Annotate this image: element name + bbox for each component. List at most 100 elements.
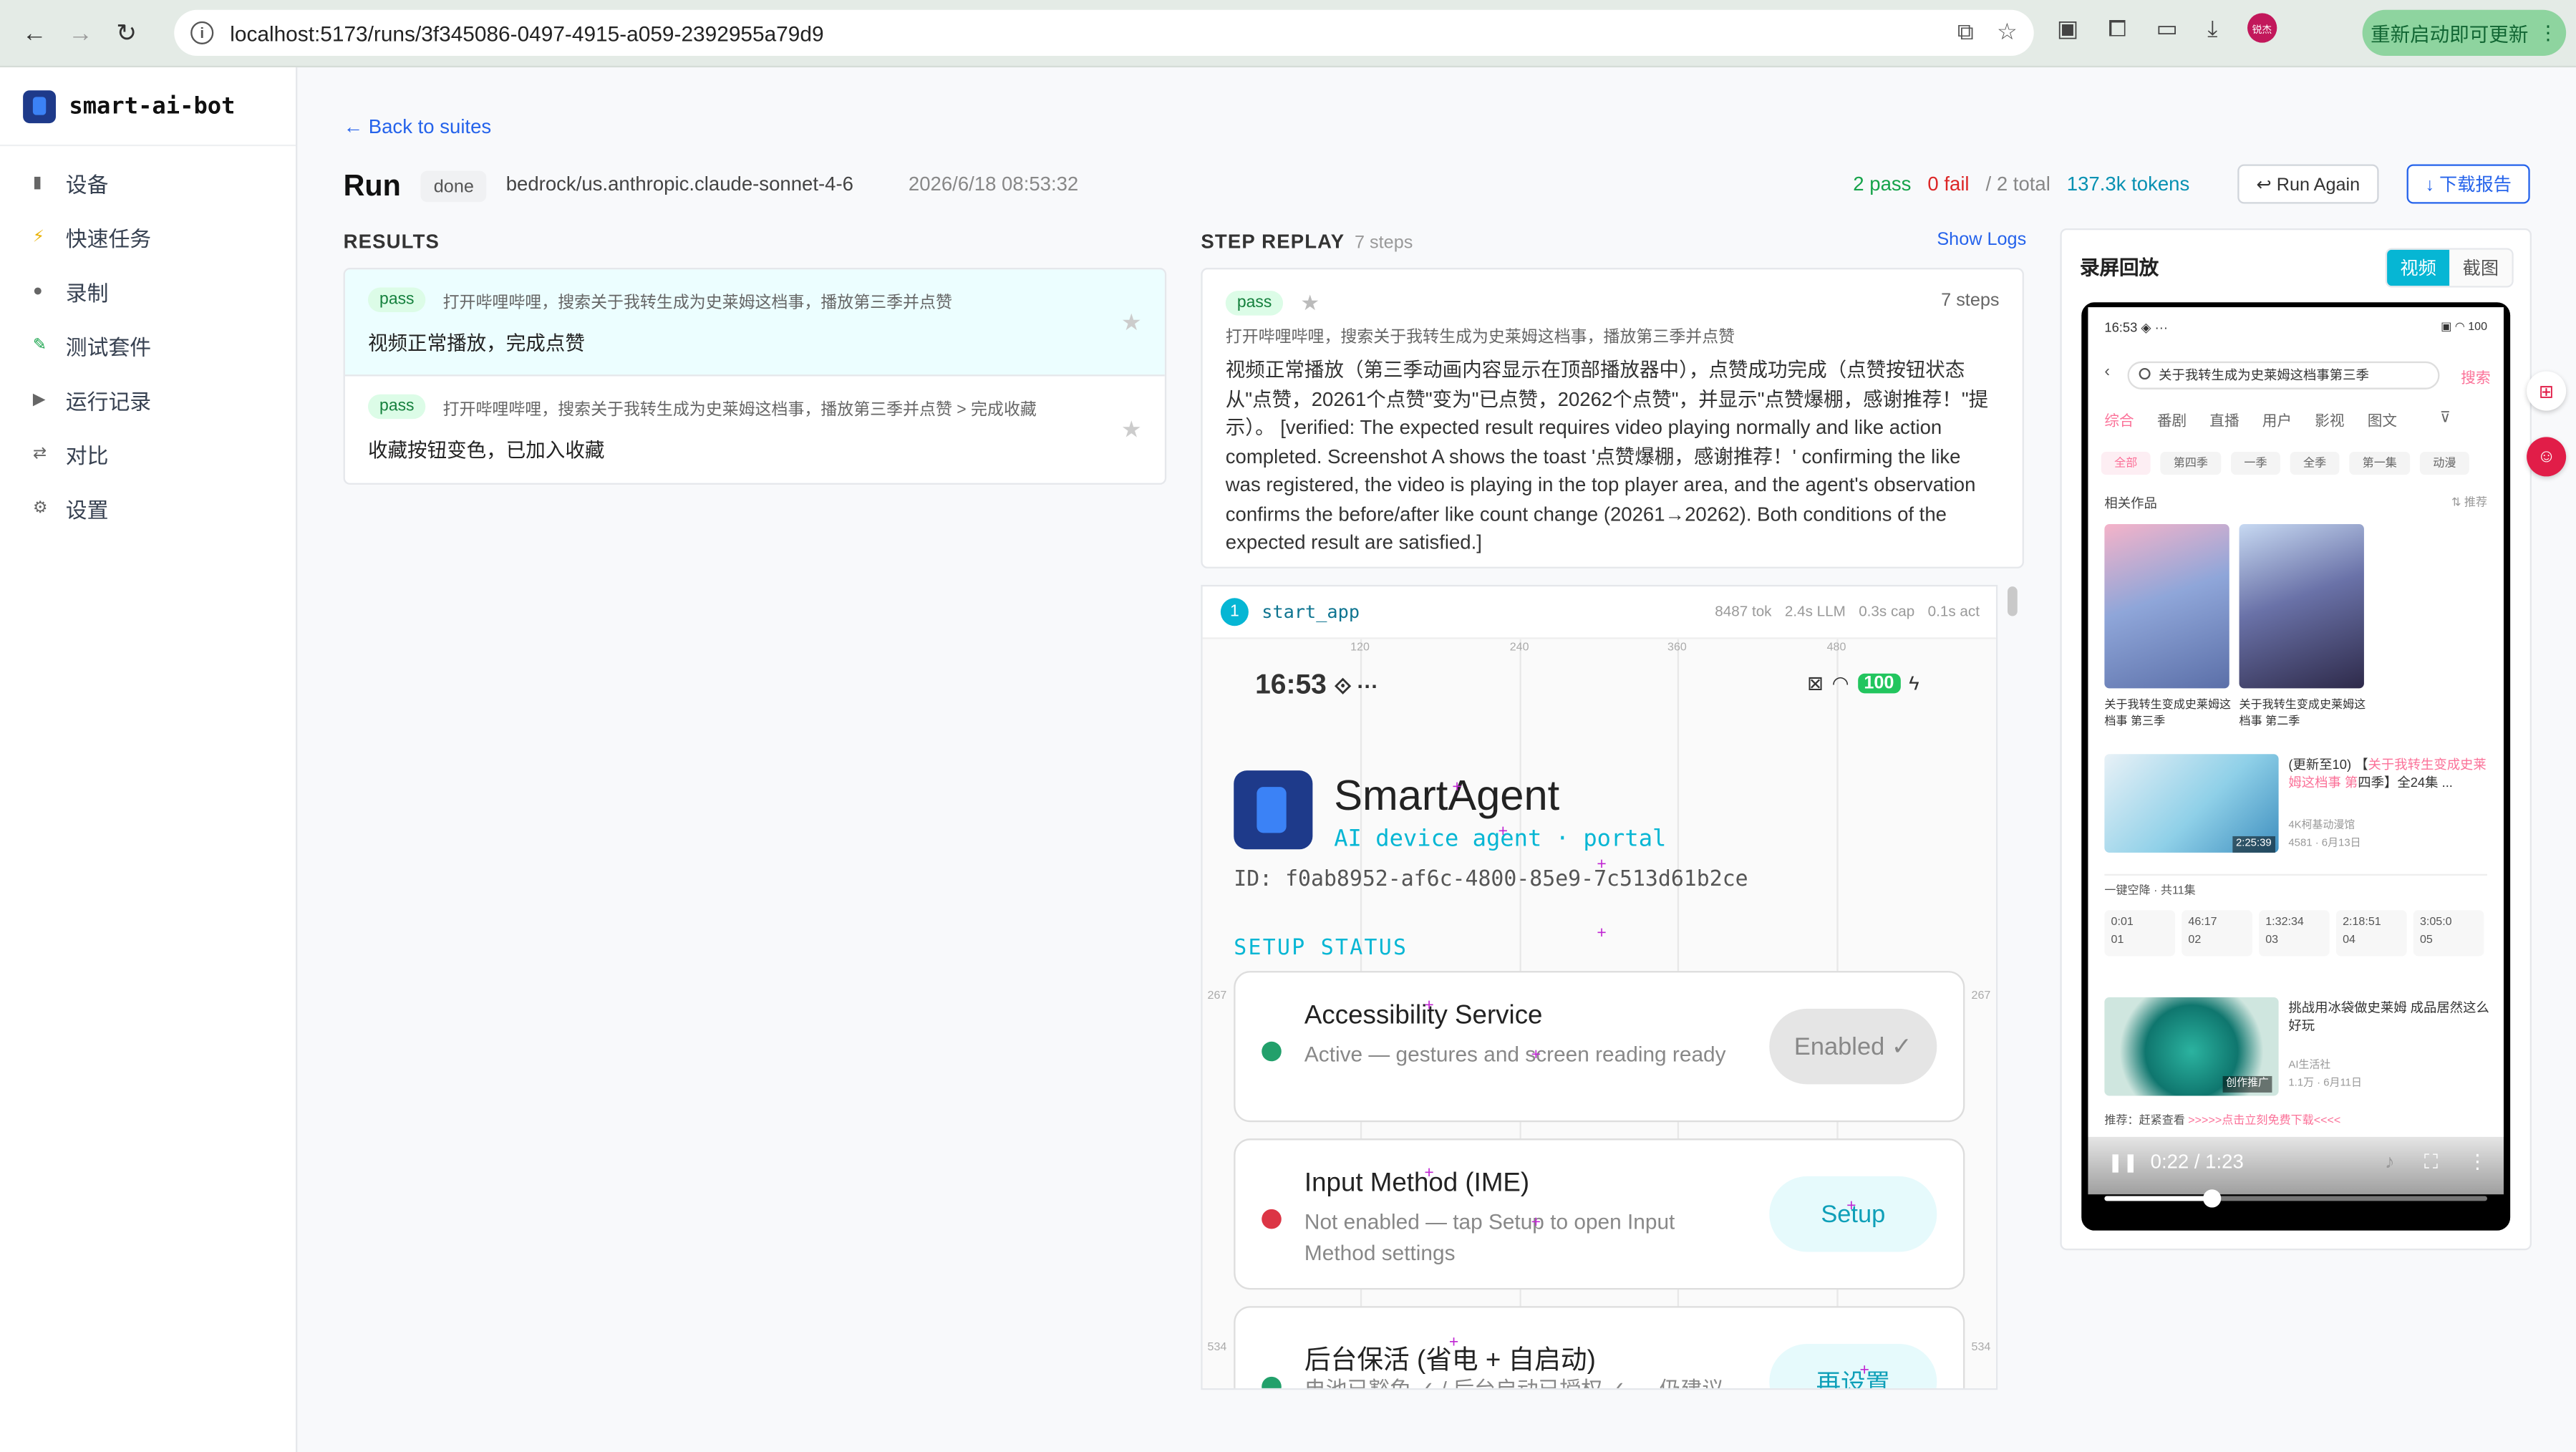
phone-status-time: 16:53 ◈ ···	[2104, 320, 2168, 336]
step-frame: 1 start_app 8487 tok 2.4s LLM 0.3s cap 0…	[1201, 584, 1998, 1390]
back-arrow-icon[interactable]: ←	[16, 15, 52, 51]
step-header[interactable]: 1 start_app 8487 tok 2.4s LLM 0.3s cap 0…	[1202, 586, 1996, 639]
related-sort: ⇅ 推荐	[2451, 498, 2488, 510]
setup-card-accessibility: Accessibility Service Active — gestures …	[1234, 971, 1965, 1123]
phone-screen: 16:53 ◈ ··· ▣ ◠ 100 ‹ 关于我转生成为史莱姆这档事第三季 搜…	[2088, 307, 2504, 1195]
back-to-suites-link[interactable]: ← Back to suites	[344, 115, 492, 138]
step-action-time: 0.1s act	[1927, 603, 1980, 620]
sidebar-item-1[interactable]: ⚡ 快速任务	[0, 210, 296, 265]
cast-icon[interactable]: ▭	[2156, 14, 2178, 42]
update-button[interactable]: 重新启动即可更新 ⋮	[2362, 9, 2567, 57]
download-report-button[interactable]: ↓ 下载报告	[2406, 164, 2530, 204]
step-query: 打开哔哩哔哩，搜索关于我转生成为史莱姆这档事，播放第三季并点赞	[1225, 328, 1735, 347]
brand[interactable]: smart-ai-bot	[0, 67, 296, 147]
reload-icon[interactable]: ↻	[108, 15, 144, 51]
result-item[interactable]: pass 打开哔哩哔哩，搜索关于我转生成为史莱姆这档事，播放第三季并点赞 > 完…	[345, 376, 1165, 483]
video-player[interactable]: 16:53 ◈ ··· ▣ ◠ 100 ‹ 关于我转生成为史莱姆这档事第三季 搜…	[2081, 302, 2511, 1231]
results-list: pass 打开哔哩哔哩，搜索关于我转生成为史莱姆这档事，播放第三季并点赞 视频正…	[343, 268, 1167, 485]
episode-number: 01	[2111, 934, 2124, 947]
result-item[interactable]: pass 打开哔哩哔哩，搜索关于我转生成为史莱姆这档事，播放第三季并点赞 视频正…	[344, 269, 1165, 377]
chip: 全季	[2290, 452, 2340, 475]
enabled-button[interactable]: Enabled ✓	[1769, 1008, 1937, 1085]
tab-screenshot[interactable]: 截图	[2449, 249, 2512, 286]
episode-time: 0:01	[2111, 916, 2134, 929]
result-query: 打开哔哩哔哩，搜索关于我转生成为史莱姆这档事，播放第三季并点赞	[442, 294, 952, 313]
video-title: 挑战用冰袋做史莱姆 成品居然这么好玩	[2288, 1000, 2489, 1034]
tap-marker: +	[1448, 1334, 1459, 1352]
grid-label: 120	[1350, 642, 1370, 654]
episode-row: 0:01 01 46:17 02 1:32:34 03 2:18:51 04 3:05:0 05	[2104, 910, 2487, 957]
sidebar-item-5[interactable]: ⇄ 对比	[0, 427, 296, 482]
address-bar[interactable]: i localhost:5173/runs/3f345086-0497-4915…	[174, 9, 2034, 57]
status-badge: done	[420, 170, 488, 203]
charging-icon: ϟ	[1909, 672, 1919, 695]
search-input: 关于我转生成为史莱姆这档事第三季	[2127, 361, 2440, 389]
scrollbar[interactable]	[2008, 586, 2018, 616]
sidebar-item-6[interactable]: ⚙ 设置	[0, 481, 296, 536]
tab: 图文	[2367, 412, 2398, 429]
search-text: 关于我转生成为史莱姆这档事第三季	[2159, 367, 2369, 383]
mute-icon[interactable]: ♪	[2385, 1150, 2395, 1174]
sidebar-item-2[interactable]: ● 录制	[0, 264, 296, 319]
video-stats: 4581 · 6月13日	[2288, 838, 2361, 850]
view-toggle: 视频 截图	[2385, 248, 2514, 288]
pause-icon[interactable]: ❚❚	[2108, 1152, 2138, 1173]
tap-marker: +	[1597, 924, 1607, 944]
token-count: 137.3k tokens	[2066, 172, 2190, 196]
resetup-button[interactable]: 再设置	[1769, 1343, 1937, 1388]
recommend-link: >>>>>点击立刻免费下载<<<<	[2188, 1115, 2341, 1128]
playback-time: 0:22 / 1:23	[2150, 1150, 2244, 1173]
sidebar-item-4[interactable]: ▶ 运行记录	[0, 373, 296, 427]
progress-bar[interactable]	[2104, 1189, 2488, 1208]
show-logs-link[interactable]: Show Logs	[1937, 230, 2026, 250]
pass-badge: pass	[367, 288, 426, 313]
profile-avatar[interactable]: 锐杰	[2247, 13, 2277, 43]
step-summary: pass ★ 7 steps 打开哔哩哔哩，搜索关于我转生成为史莱姆这档事，播放…	[1201, 268, 2024, 568]
status-time-text: 16:53	[1255, 668, 1327, 700]
chip: 第四季	[2160, 452, 2222, 475]
step-metrics: 8487 tok 2.4s LLM 0.3s cap 0.1s act	[1715, 603, 1980, 619]
result-answer: 收藏按钮变色，已加入收藏	[367, 438, 605, 462]
work-caption: 关于我转生变成史莱姆这档事 第二季	[2239, 700, 2366, 728]
star-icon[interactable]: ★	[1300, 291, 1320, 315]
nav-icon: ⚙	[32, 499, 48, 518]
chip: 第一集	[2349, 452, 2411, 475]
work-thumbnail	[2239, 523, 2364, 689]
video-title-prefix: (更新至10) 【	[2288, 757, 2368, 773]
result-answer: 视频正常播放，完成点赞	[367, 331, 585, 355]
episode-time: 3:05:0	[2419, 916, 2452, 929]
episode-tile: 0:01 01	[2104, 910, 2176, 957]
site-info-icon[interactable]: i	[190, 21, 214, 44]
sidebar-item-0[interactable]: ▮ 设备	[0, 156, 296, 210]
sidebar-item-3[interactable]: ✎ 测试套件	[0, 319, 296, 373]
sidebar-item-label: 设备	[65, 172, 109, 198]
floating-assistant-icon[interactable]: ☺	[2527, 437, 2567, 477]
forward-arrow-icon[interactable]: →	[62, 15, 98, 51]
video-duration: 2:25:39	[2232, 836, 2275, 853]
episode-number: 02	[2188, 934, 2202, 947]
search-button: 搜索	[2461, 369, 2491, 387]
grid-label: 240	[1509, 642, 1529, 654]
fullscreen-icon[interactable]: ⛶	[2424, 1150, 2438, 1174]
recording-panel: 录屏回放 视频 截图 16:53 ◈ ··· ▣ ◠ 100 ‹ 关于我转生成为…	[2060, 228, 2532, 1251]
run-again-button[interactable]: ↩ Run Again	[2237, 164, 2379, 204]
status-icons: ⟐ ···	[1334, 673, 1379, 699]
status-time: 16:53 ⟐ ···	[1255, 669, 1378, 702]
sidebar-item-label: 运行记录	[65, 389, 152, 415]
puzzle-icon[interactable]: ⧠	[2108, 14, 2127, 42]
star-icon[interactable]: ★	[1121, 309, 1142, 337]
extension-icon[interactable]: ▣	[2057, 14, 2078, 42]
translate-icon[interactable]: ⧉	[1957, 18, 1974, 46]
floating-tool-icon[interactable]: ⊞	[2527, 371, 2567, 411]
star-icon[interactable]: ★	[1121, 416, 1142, 444]
step-replay-title: STEP REPLAY	[1201, 230, 1345, 253]
episode-list: 一键空降 · 共11集 0:01 01 46:17 02 1:32:34 03 2:18:5…	[2104, 873, 2488, 966]
grid-label: 480	[1826, 642, 1846, 654]
sidebar-item-label: 测试套件	[65, 335, 152, 360]
more-vert-icon[interactable]: ⋮	[2467, 1150, 2487, 1174]
bookmark-star-icon[interactable]: ☆	[1997, 18, 2018, 46]
grid-label: 534	[1971, 1342, 1991, 1354]
progress-knob[interactable]	[2203, 1189, 2222, 1208]
download-icon[interactable]: ⤓	[2207, 14, 2217, 42]
tab-video[interactable]: 视频	[2387, 249, 2450, 286]
